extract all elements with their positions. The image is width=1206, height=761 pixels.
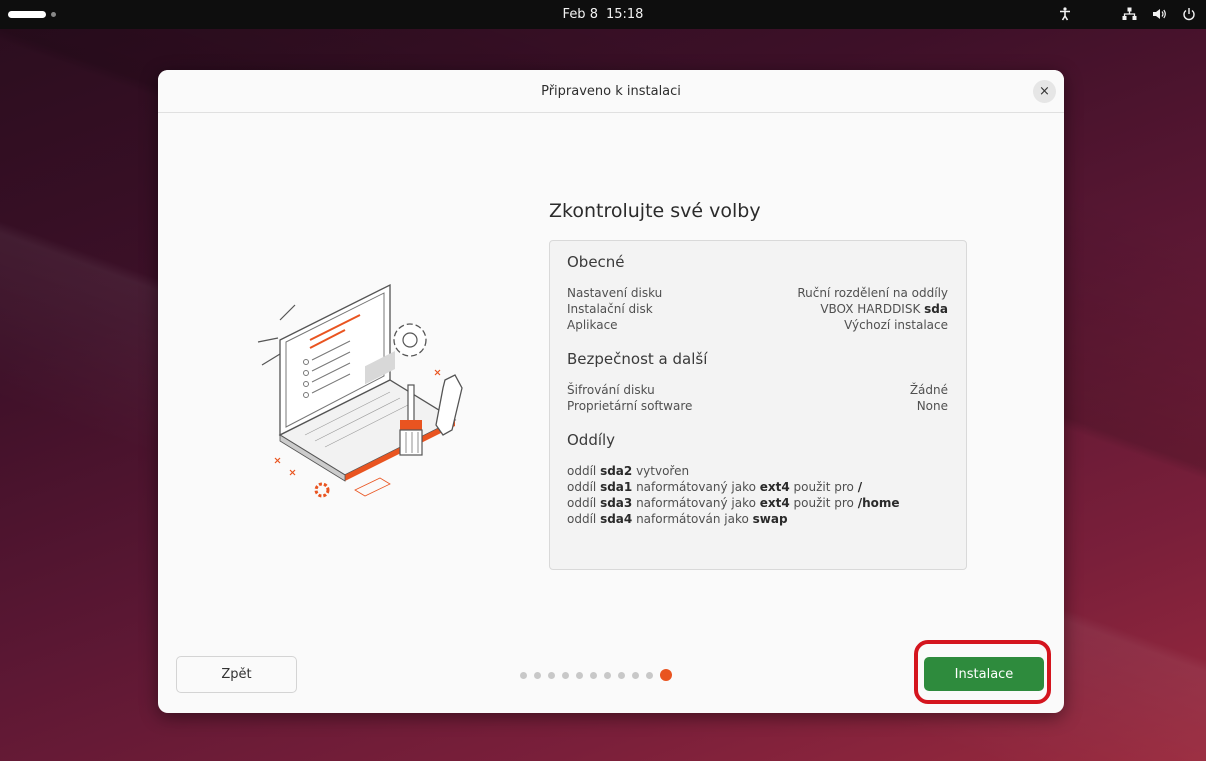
summary-row: Aplikace Výchozí instalace [567,317,948,333]
page-dot [534,671,541,679]
installer-dialog: Připraveno k instalaci × Zkontrolujte sv… [158,70,1064,713]
security-title: Bezpečnost a další [567,350,708,368]
activities-indicator[interactable] [8,11,56,18]
page-dot [632,671,639,679]
row-label: Šifrování disku [567,383,655,397]
row-label: Instalační disk [567,302,653,316]
summary-row: Nastavení disku Ruční rozdělení na oddíl… [567,285,948,301]
dialog-title: Připraveno k instalaci [541,83,681,99]
page-dot [618,671,625,679]
power-icon[interactable] [1180,5,1198,23]
clock[interactable]: Feb 8 15:18 [563,7,644,22]
laptop-tools-illustration [257,283,463,498]
workspace-active-pill [8,11,46,18]
clock-time: 15:18 [605,7,644,22]
page-indicator [520,669,672,681]
summary-row: Instalační disk VBOX HARDDISK sda [567,301,948,317]
close-icon: × [1039,84,1050,99]
page-dot [646,671,653,679]
page-dot [562,671,569,679]
volume-icon[interactable] [1150,5,1168,23]
row-value: Výchozí instalace [844,318,948,332]
row-value: None [916,399,948,413]
page-dot-active [660,669,672,681]
general-section: Obecné Nastavení disku Ruční rozdělení n… [567,253,948,333]
page-dot [604,671,611,679]
clock-date: Feb 8 [562,7,598,22]
partition-line: oddíl sda3 naformátovaný jako ext4 použi… [567,496,900,510]
row-value: Ruční rozdělení na oddíly [797,286,948,300]
partitions-title: Oddíly [567,431,616,449]
summary-row: Šifrování disku Žádné [567,382,948,398]
row-label: Aplikace [567,318,618,332]
partition-line: oddíl sda4 naformátován jako swap [567,512,788,526]
page-dot [590,671,597,679]
row-value: Žádné [909,383,948,397]
back-button[interactable]: Zpět [176,656,297,693]
page-dot [548,671,555,679]
top-bar: Feb 8 15:18 [0,0,1206,29]
accessibility-icon[interactable] [1056,5,1074,23]
page-dot [520,671,527,679]
summary-box: Obecné Nastavení disku Ruční rozdělení n… [549,240,967,570]
partitions-section: Oddíly oddíl sda2 vytvořen oddíl sda1 na… [567,431,948,527]
summary-row: Proprietární software None [567,398,948,414]
partition-line: oddíl sda2 vytvořen [567,464,690,478]
partition-line: oddíl sda1 naformátovaný jako ext4 použi… [567,480,863,494]
security-section: Bezpečnost a další Šifrování disku Žádné… [567,350,948,414]
close-button[interactable]: × [1033,80,1056,103]
row-value: VBOX HARDDISK sda [820,302,948,316]
general-title: Obecné [567,253,625,271]
workspace-dot [51,12,56,17]
row-label: Nastavení disku [567,286,663,300]
row-label: Proprietární software [567,399,693,413]
system-tray[interactable] [1056,5,1198,23]
network-icon[interactable] [1120,5,1138,23]
install-button[interactable]: Instalace [924,657,1044,691]
review-heading: Zkontrolujte své volby [549,200,761,222]
dialog-header: Připraveno k instalaci × [158,70,1064,113]
page-dot [576,671,583,679]
